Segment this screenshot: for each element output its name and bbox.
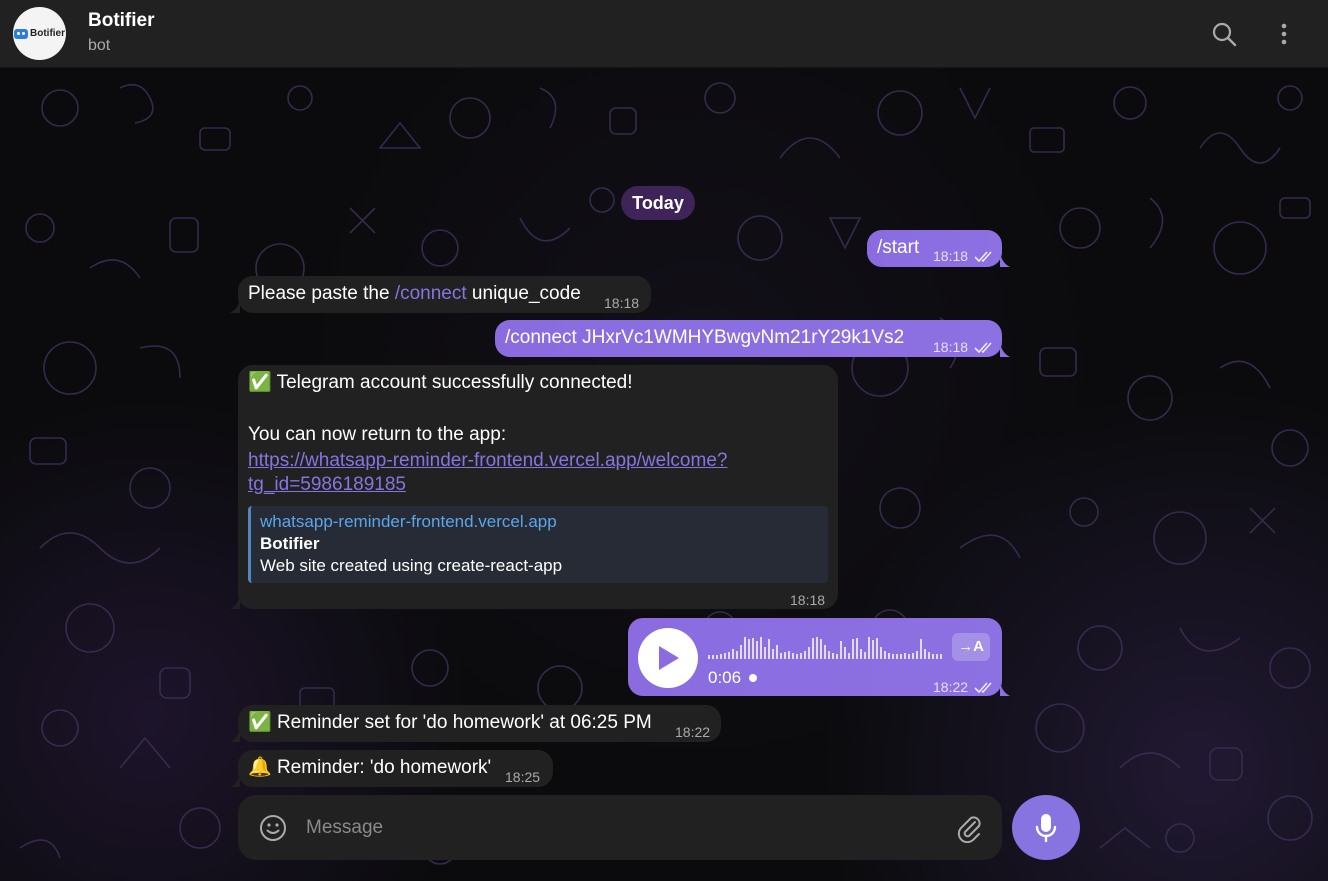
- message-time: 18:18: [790, 592, 826, 608]
- bell-emoji-icon: 🔔: [248, 757, 272, 778]
- chat-subtitle: bot: [88, 37, 111, 54]
- outgoing-message[interactable]: /start 18:18: [867, 230, 1010, 268]
- double-check-icon: [974, 682, 992, 694]
- double-check-icon: [974, 342, 992, 354]
- message-composer: [238, 795, 1002, 860]
- message-time: 18:22: [933, 675, 994, 699]
- date-chip: Today: [621, 186, 695, 220]
- message-time: 18:18: [933, 244, 994, 268]
- preview-site: whatsapp-reminder-frontend.vercel.app: [260, 512, 557, 531]
- message-text: ✅ Reminder set for 'do homework' at 06:2…: [248, 712, 652, 733]
- message-time: 18:18: [933, 335, 994, 359]
- bubble-tail: [1000, 343, 1010, 357]
- incoming-message[interactable]: Please paste the /connect unique_code 18…: [230, 276, 651, 313]
- message-text: Please paste the /connect unique_code: [248, 283, 581, 304]
- bubble-tail: [230, 595, 240, 609]
- message-line: ✅ Telegram account successfully connecte…: [248, 372, 633, 393]
- microphone-icon: [1035, 813, 1057, 842]
- microphone-button[interactable]: [1012, 795, 1080, 860]
- preview-title: Botifier: [260, 534, 320, 553]
- paperclip-icon[interactable]: [955, 813, 983, 843]
- message-text: /start: [877, 237, 920, 258]
- smile-icon[interactable]: [258, 813, 288, 843]
- incoming-message[interactable]: 🔔 Reminder: 'do homework' 18:25: [230, 750, 553, 787]
- search-icon[interactable]: [1210, 20, 1238, 48]
- message-time: 18:22: [675, 724, 711, 740]
- bubble-tail: [1000, 253, 1010, 267]
- check-emoji-icon: ✅: [248, 372, 272, 393]
- double-check-icon: [974, 251, 992, 263]
- url-link[interactable]: https://whatsapp-reminder-frontend.verce…: [248, 449, 727, 497]
- bubble-tail: [230, 299, 240, 313]
- transcribe-button[interactable]: →A: [952, 633, 990, 661]
- play-button[interactable]: [638, 628, 698, 688]
- incoming-message[interactable]: ✅ Telegram account successfully connecte…: [230, 365, 838, 609]
- waveform: [708, 637, 942, 659]
- bubble-tail: [230, 773, 240, 787]
- unplayed-dot-icon: [749, 674, 758, 682]
- incoming-message[interactable]: ✅ Reminder set for 'do homework' at 06:2…: [230, 705, 721, 742]
- message-time: 18:25: [505, 769, 541, 785]
- outgoing-message[interactable]: /connect JHxrVc1WMHYBwgvNm21rY29k1Vs2 18…: [495, 320, 1010, 359]
- voice-message[interactable]: →A 0:06 18:22: [628, 618, 1010, 699]
- robot-icon: [14, 28, 28, 39]
- message-text: /connect JHxrVc1WMHYBwgvNm21rY29k1Vs2: [505, 327, 905, 348]
- more-vertical-icon[interactable]: [1270, 20, 1298, 48]
- check-emoji-icon: ✅: [248, 712, 272, 733]
- bubble-tail: [1000, 682, 1010, 696]
- avatar[interactable]: Botifier: [13, 7, 66, 60]
- message-time: 18:18: [604, 295, 640, 311]
- bubble-tail: [230, 728, 240, 742]
- chat-header: Botifier Botifier bot: [0, 0, 1328, 68]
- play-icon: [659, 646, 679, 670]
- link-preview[interactable]: whatsapp-reminder-frontend.vercel.app Bo…: [248, 506, 828, 583]
- voice-duration: 0:06: [708, 666, 758, 690]
- command-link[interactable]: /connect: [395, 283, 467, 304]
- avatar-text: Botifier: [30, 28, 65, 39]
- message-text: 🔔 Reminder: 'do homework': [248, 757, 492, 778]
- preview-description: Web site created using create-react-app: [260, 556, 563, 575]
- message-line: You can now return to the app:: [248, 424, 507, 445]
- message-input[interactable]: [306, 809, 926, 846]
- chat-title[interactable]: Botifier: [88, 10, 155, 32]
